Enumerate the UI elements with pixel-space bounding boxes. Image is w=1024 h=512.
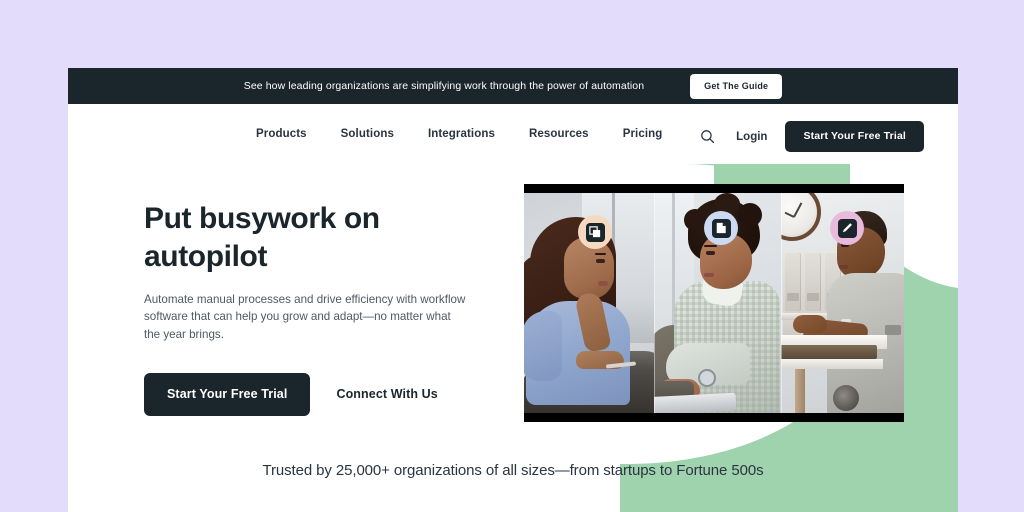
- hero-image: [524, 184, 904, 422]
- get-the-guide-button[interactable]: Get The Guide: [690, 73, 783, 99]
- nav-item-solutions[interactable]: Solutions: [341, 128, 394, 140]
- document-icon: [711, 218, 731, 238]
- nav-item-products[interactable]: Products: [256, 128, 307, 140]
- hero-image-panels: [524, 193, 904, 413]
- announcement-text: See how leading organizations are simpli…: [243, 80, 645, 92]
- edit-pen-icon: [837, 218, 857, 238]
- nav-item-integrations[interactable]: Integrations: [428, 128, 495, 140]
- duplicate-icon-badge: [578, 215, 612, 249]
- edit-pen-icon-badge: [830, 211, 864, 245]
- nav-start-free-trial-button[interactable]: Start Your Free Trial: [785, 121, 924, 152]
- page-title: Put busywork on autopilot: [144, 202, 380, 274]
- hero-copy: Put busywork on autopilot Automate manua…: [144, 200, 484, 416]
- announcement-banner: See how leading organizations are simpli…: [68, 68, 958, 104]
- website-canvas: See how leading organizations are simpli…: [68, 68, 958, 512]
- login-link[interactable]: Login: [736, 131, 767, 143]
- duplicate-icon: [585, 222, 605, 242]
- hero-subheadline: Automate manual processes and drive effi…: [144, 293, 466, 341]
- nav-item-pricing[interactable]: Pricing: [623, 128, 663, 140]
- hero-start-free-trial-button[interactable]: Start Your Free Trial: [144, 372, 311, 416]
- connect-with-us-link[interactable]: Connect With Us: [336, 387, 437, 401]
- hero-actions: Start Your Free Trial Connect With Us: [144, 372, 484, 416]
- trust-statement: Trusted by 25,000+ organizations of all …: [262, 462, 764, 479]
- nav-actions-group: Login Start Your Free Trial: [694, 121, 924, 152]
- primary-navigation: Products Solutions Integrations Resource…: [68, 104, 958, 166]
- nav-links-group: Products Solutions Integrations Resource…: [256, 128, 662, 140]
- nav-item-resources[interactable]: Resources: [529, 128, 589, 140]
- search-icon[interactable]: [694, 124, 720, 150]
- document-icon-badge: [704, 211, 738, 245]
- page-root: See how leading organizations are simpli…: [0, 0, 1024, 512]
